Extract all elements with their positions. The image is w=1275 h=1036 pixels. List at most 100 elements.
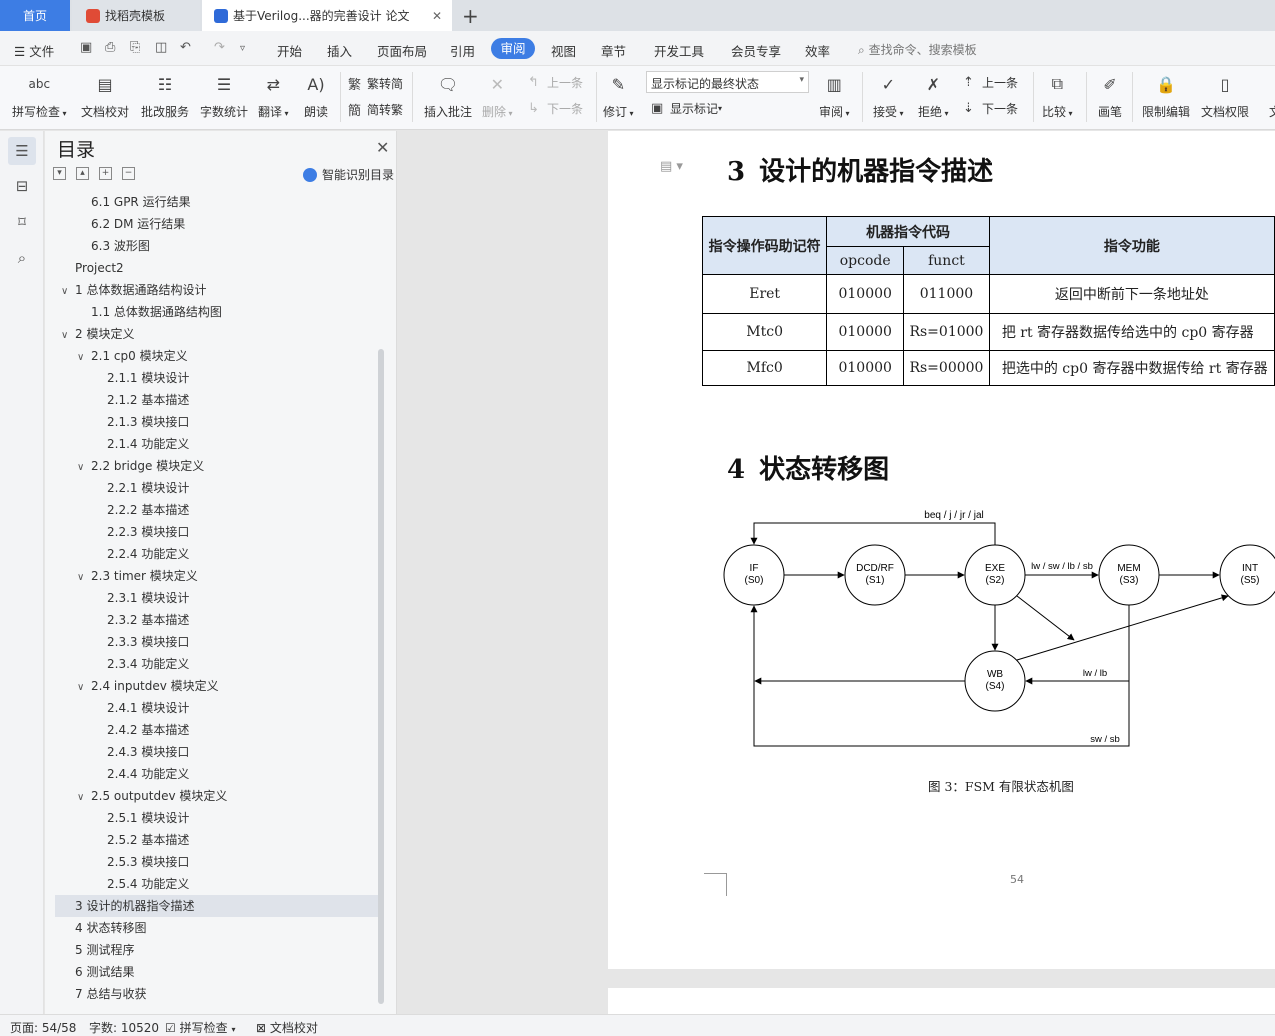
toc-item[interactable]: 2.5.1 模块设计 — [107, 807, 189, 829]
remove-heading-icon[interactable]: − — [122, 167, 135, 180]
revise-button[interactable]: ✎ 修订 ▾ — [603, 71, 634, 120]
next-comment-button[interactable]: ↳ 下一条 — [528, 100, 583, 117]
toc-item[interactable]: 2.2.4 功能定义 — [107, 543, 189, 565]
print-preview-icon[interactable]: ◫ — [155, 40, 167, 55]
toc-item[interactable]: 6.3 波形图 — [91, 235, 150, 257]
menu-view[interactable]: 视图 — [551, 41, 576, 60]
save-icon[interactable]: ▣ — [80, 40, 92, 55]
doc-permission-button[interactable]: ▯ 文档权限 — [1201, 71, 1249, 120]
redo-icon[interactable]: ↷ — [214, 40, 225, 55]
insert-comment-button[interactable]: 🗨 插入批注 — [424, 71, 472, 120]
prev-comment-button[interactable]: ↰ 上一条 — [528, 74, 583, 91]
tab-home[interactable]: 首页 — [0, 0, 70, 31]
export-pdf-icon[interactable]: ⎙ — [105, 40, 115, 55]
toc-item[interactable]: ∨ 1 总体数据通路结构设计 — [61, 279, 206, 301]
chevron-down-icon[interactable]: ∨ — [77, 677, 91, 699]
add-heading-icon[interactable]: + — [99, 167, 112, 180]
toc-item[interactable]: Project2 — [75, 257, 124, 279]
page-indicator[interactable]: 页面: 54/58 — [10, 1019, 76, 1036]
status-doc-proof[interactable]: ⊠ 文档校对 — [256, 1019, 318, 1036]
customize-chevron-icon[interactable]: ▿ — [240, 43, 245, 54]
chevron-down-icon[interactable]: ∨ — [77, 347, 91, 369]
search-icon[interactable]: ⌕ — [8, 244, 36, 272]
new-tab-icon[interactable]: + — [462, 4, 479, 28]
chevron-down-icon[interactable]: ∨ — [61, 281, 75, 303]
tab-document[interactable]: 基于Verilog...器的完善设计 论文 ✕ — [202, 0, 452, 31]
toc-item[interactable]: ∨ 2.1 cp0 模块定义 — [77, 345, 188, 367]
toc-item[interactable]: ∨ 2.4 inputdev 模块定义 — [77, 675, 219, 697]
close-tab-icon[interactable]: ✕ — [432, 9, 442, 23]
menu-layout[interactable]: 页面布局 — [377, 41, 427, 60]
toc-item[interactable]: 2.4.4 功能定义 — [107, 763, 189, 785]
compare-button[interactable]: ⧉ 比较 ▾ — [1042, 71, 1073, 120]
toc-item[interactable]: 2.3.4 功能定义 — [107, 653, 189, 675]
toc-item[interactable]: 2.1.4 功能定义 — [107, 433, 189, 455]
toc-item[interactable]: ∨ 2.2 bridge 模块定义 — [77, 455, 204, 477]
chevron-down-icon[interactable]: ∨ — [61, 325, 75, 347]
toc-item[interactable]: 2.3.1 模块设计 — [107, 587, 189, 609]
toc-item[interactable]: 6.1 GPR 运行结果 — [91, 191, 191, 213]
toc-item[interactable]: 2.5.3 模块接口 — [107, 851, 189, 873]
word-count-button[interactable]: ☰ 字数统计 — [200, 71, 248, 120]
collapse-all-icon[interactable]: ▴ — [76, 167, 89, 180]
toc-scrollbar[interactable] — [378, 349, 384, 1004]
doc-extra-button[interactable]: 文 — [1262, 71, 1275, 120]
chevron-down-icon[interactable]: ∨ — [77, 457, 91, 479]
menu-review[interactable]: 审阅 — [491, 38, 535, 59]
menu-devtools[interactable]: 开发工具 — [654, 41, 704, 60]
smart-toc-button[interactable]: 智能识别目录 — [303, 166, 394, 183]
simp-to-trad-button[interactable]: 簡简转繁 — [348, 100, 403, 119]
toc-item[interactable]: 6.2 DM 运行结果 — [91, 213, 185, 235]
chapter-icon[interactable]: ⊟ — [8, 172, 36, 200]
restrict-edit-button[interactable]: 🔒 限制编辑 — [1142, 71, 1190, 120]
pen-button[interactable]: ✐ 画笔 — [1097, 71, 1123, 120]
toc-item[interactable]: ∨ 2.3 timer 模块定义 — [77, 565, 198, 587]
toc-item[interactable]: 2.2.2 基本描述 — [107, 499, 189, 521]
menu-member[interactable]: 会员专享 — [731, 41, 781, 60]
toc-item[interactable]: 2.5.4 功能定义 — [107, 873, 189, 895]
toc-item[interactable]: 4 状态转移图 — [75, 917, 146, 939]
review-pane-button[interactable]: ▥ 审阅 ▾ — [819, 71, 850, 120]
menu-reference[interactable]: 引用 — [450, 41, 475, 60]
toc-item[interactable]: 2.2.3 模块接口 — [107, 521, 189, 543]
toc-item[interactable]: ∨ 2 模块定义 — [61, 323, 134, 345]
undo-icon[interactable]: ↶ — [180, 40, 191, 55]
menu-chapter[interactable]: 章节 — [601, 41, 626, 60]
menu-insert[interactable]: 插入 — [327, 41, 352, 60]
prev-change-button[interactable]: ⇡ 上一条 — [963, 74, 1018, 91]
toc-item[interactable]: 2.5.2 基本描述 — [107, 829, 189, 851]
delete-comment-button[interactable]: ✕ 删除 ▾ — [482, 71, 513, 120]
status-spell-check[interactable]: ☑ 拼写检查 ▾ — [165, 1019, 235, 1036]
markup-state-select[interactable]: 显示标记的最终状态 ▾ — [646, 71, 809, 93]
batch-service-button[interactable]: ☷ 批改服务 — [141, 71, 189, 120]
toc-item[interactable]: 2.3.2 基本描述 — [107, 609, 189, 631]
toc-item[interactable]: 7 总结与收获 — [75, 983, 146, 1005]
toc-item[interactable]: 2.4.1 模块设计 — [107, 697, 189, 719]
translate-button[interactable]: ⇄ 翻译 ▾ — [258, 71, 289, 120]
trad-to-simp-button[interactable]: 繁繁转简 — [348, 74, 403, 93]
read-aloud-button[interactable]: A) 朗读 — [303, 71, 329, 120]
spell-check-button[interactable]: abc 拼写检查 ▾ — [12, 71, 67, 120]
close-icon[interactable]: ✕ — [376, 138, 389, 157]
toc-item[interactable]: 2.4.3 模块接口 — [107, 741, 189, 763]
toc-item[interactable]: 2.3.3 模块接口 — [107, 631, 189, 653]
menu-efficiency[interactable]: 效率 — [805, 41, 830, 60]
file-menu[interactable]: ☰ 文件 — [14, 41, 54, 60]
command-search[interactable]: ⌕ 查找命令、搜索模板 — [858, 41, 977, 58]
toc-item[interactable]: 3 设计的机器指令描述 — [55, 895, 379, 917]
chevron-down-icon[interactable]: ∨ — [77, 567, 91, 589]
menu-home[interactable]: 开始 — [277, 41, 302, 60]
show-markup-button[interactable]: ▣ 显示标记 ▾ — [651, 100, 722, 117]
expand-all-icon[interactable]: ▾ — [53, 167, 66, 180]
page-menu-icon[interactable]: ▤ ▾ — [660, 159, 683, 174]
toc-item[interactable]: 2.1.2 基本描述 — [107, 389, 189, 411]
doc-proof-button[interactable]: ▤ 文档校对 — [81, 71, 129, 120]
toc-item[interactable]: 2.1.3 模块接口 — [107, 411, 189, 433]
next-change-button[interactable]: ⇣ 下一条 — [963, 100, 1018, 117]
toc-item[interactable]: 2.4.2 基本描述 — [107, 719, 189, 741]
toc-icon[interactable]: ☰ — [8, 137, 36, 165]
print-icon[interactable]: ⎘ — [130, 40, 140, 55]
bookmark-icon[interactable]: ⌑ — [8, 208, 36, 236]
word-count[interactable]: 字数: 10520 — [89, 1019, 159, 1036]
toc-item[interactable]: 6 测试结果 — [75, 961, 134, 983]
